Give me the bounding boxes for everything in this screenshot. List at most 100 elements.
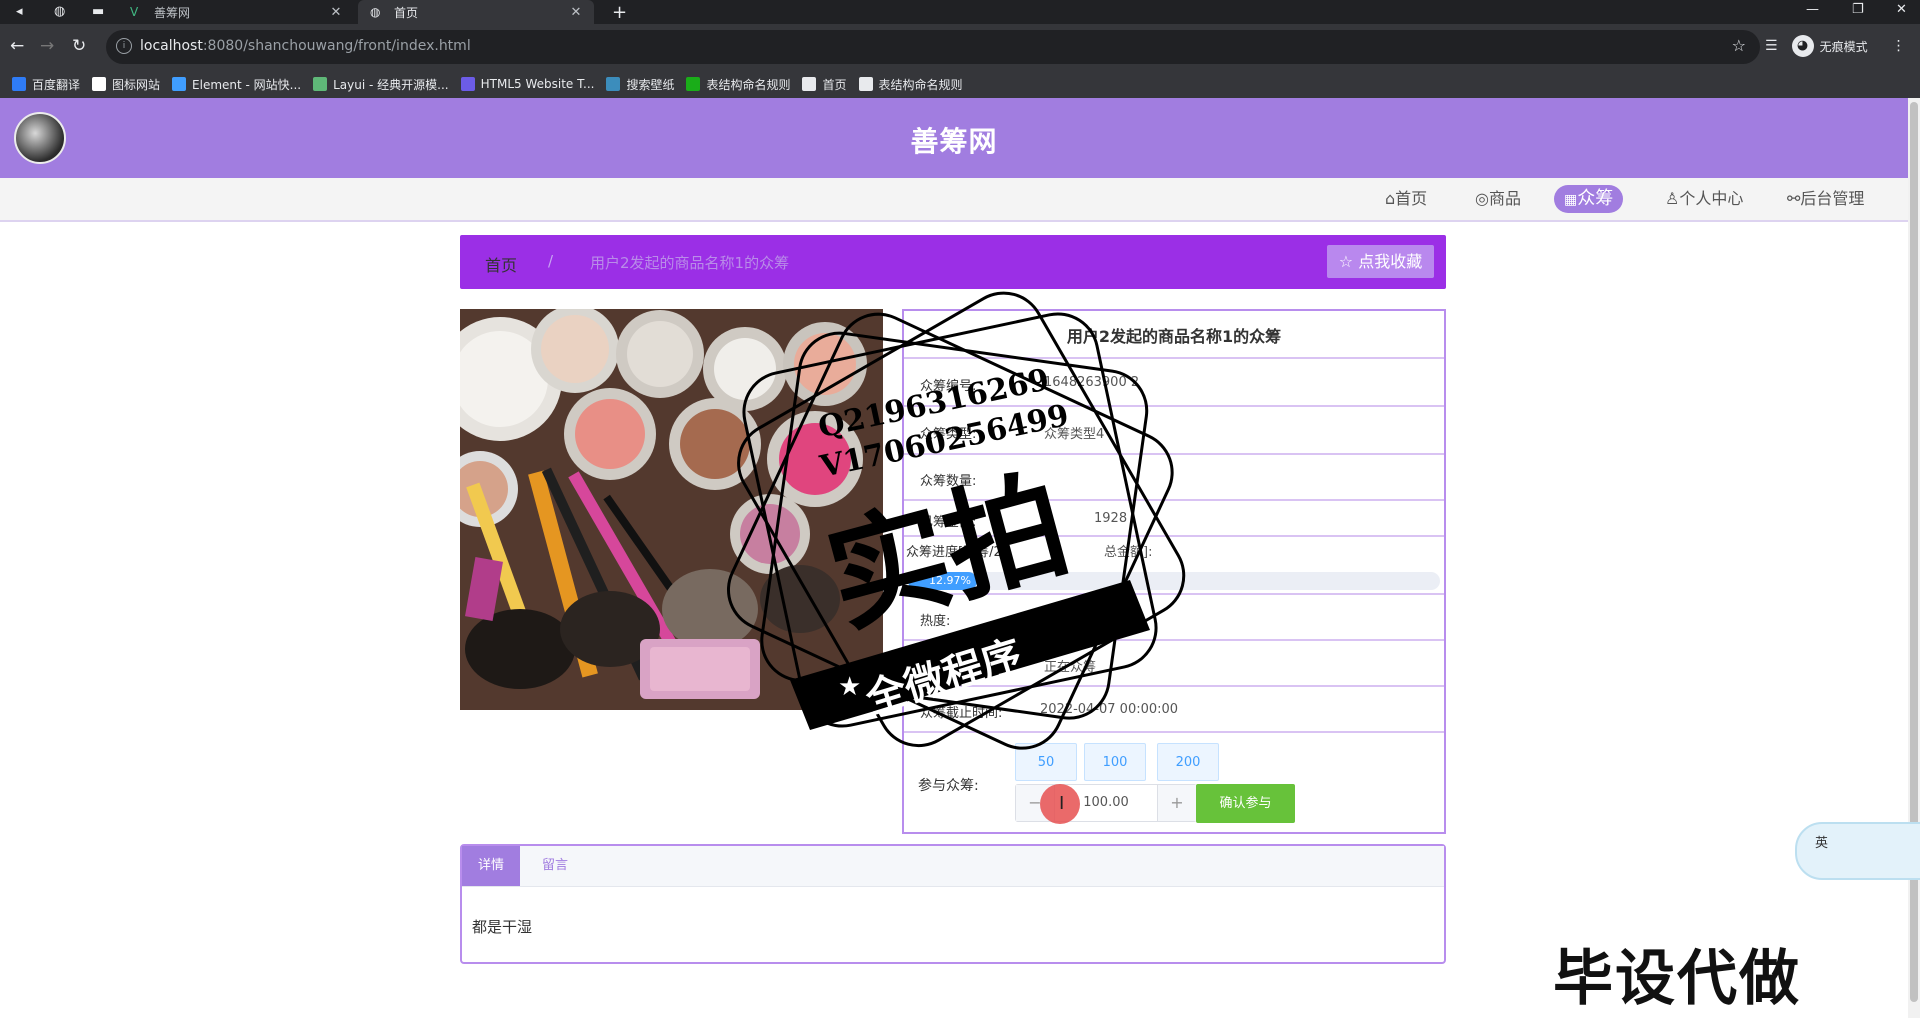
detail-label: 热度: xyxy=(920,614,951,629)
text-cursor-icon: I xyxy=(1059,793,1065,814)
back-button[interactable]: ← xyxy=(10,36,24,56)
bookmark-item[interactable]: 表结构命名规则 xyxy=(858,76,963,93)
bookmark-item[interactable]: 首页 xyxy=(802,76,847,93)
minimize-button[interactable]: — xyxy=(1806,2,1819,17)
detail-row-progress: 众筹进度[已筹/25 总金额]: 12.97% xyxy=(904,537,1444,595)
html5-icon xyxy=(460,77,475,91)
bookmark-label: Element - 网站快... xyxy=(192,77,302,92)
progress-bar: 12.97% xyxy=(908,572,1440,590)
vue-icon: V xyxy=(130,5,139,19)
detail-row-heat: 热度: xyxy=(904,595,1444,641)
tab-details[interactable]: 详情 xyxy=(462,846,521,886)
breadcrumb-current: 用户2发起的商品名称1的众筹 xyxy=(590,254,790,272)
globe-icon xyxy=(858,77,873,91)
increment-button[interactable]: + xyxy=(1157,785,1196,821)
close-tab-icon[interactable]: ✕ xyxy=(568,5,584,20)
user-icon: ♙ xyxy=(1665,189,1680,208)
detail-title: 用户2发起的商品名称1的众筹 xyxy=(1066,327,1282,346)
detail-row-number: 众筹编号: 1648263900 2 xyxy=(904,359,1444,407)
confirm-participate-button[interactable]: 确认参与 xyxy=(1196,784,1295,823)
bookmark-label: HTML5 Website T... xyxy=(480,77,595,91)
bookmark-item[interactable]: 图标网站 xyxy=(92,76,160,93)
url-text: localhost:8080/shanchouwang/front/index.… xyxy=(140,38,471,54)
nav-products[interactable]: ◎商品 xyxy=(1465,185,1531,213)
bookmark-label: 表结构命名规则 xyxy=(706,77,791,92)
profile-label[interactable]: 无痕模式 xyxy=(1820,38,1868,55)
tabs-header: 详情 留言 xyxy=(462,846,1444,887)
amount-option-100[interactable]: 100 xyxy=(1084,743,1146,781)
tab-title: 首页 xyxy=(394,5,419,20)
nav-crowdfunding[interactable]: ▦众筹 xyxy=(1554,185,1624,213)
detail-value: 众筹类型4 xyxy=(1044,427,1105,442)
detail-value: 1928 xyxy=(1094,511,1128,526)
bookmark-label: 百度翻译 xyxy=(32,77,81,92)
detail-row-raised: 已筹金额: 1928 xyxy=(904,501,1444,537)
menu-icon[interactable]: ⋮ xyxy=(1892,38,1906,54)
bookmark-item[interactable]: 搜索壁纸 xyxy=(606,76,674,93)
favorite-button[interactable]: ☆ 点我收藏 xyxy=(1327,245,1434,278)
detail-label: 众筹进度[已筹/25 xyxy=(906,545,1010,560)
layui-icon xyxy=(313,77,328,91)
info-icon[interactable]: i xyxy=(116,38,132,54)
detail-title-row: 用户2发起的商品名称1的众筹 xyxy=(904,311,1444,359)
detail-value: 正在众筹 xyxy=(1044,660,1097,675)
reload-button[interactable]: ↻ xyxy=(72,36,86,56)
bookmark-label: Layui - 经典开源模... xyxy=(333,77,449,92)
reading-list-icon[interactable]: ☰ xyxy=(1765,38,1778,54)
bookmark-item[interactable]: 百度翻译 xyxy=(12,76,80,93)
breadcrumb-separator: / xyxy=(548,252,554,270)
element-icon xyxy=(172,77,187,91)
bookmark-item[interactable]: HTML5 Website T... xyxy=(460,77,595,91)
incognito-icon[interactable]: ◕ xyxy=(1791,35,1814,57)
translate-icon xyxy=(12,77,26,91)
product-image xyxy=(460,309,883,710)
detail-value: 2022-04-07 00:00:00 xyxy=(1040,702,1179,717)
detail-label: 众筹截止时间: xyxy=(920,706,1003,721)
page-scrollbar[interactable] xyxy=(1908,98,1920,1018)
browser-tab-active[interactable]: ◍ 首页 ✕ xyxy=(358,0,594,24)
tab-content: 都是干湿 xyxy=(472,918,533,936)
progress-fill: 12.97% xyxy=(908,572,977,590)
link-icon: ⚯ xyxy=(1787,189,1801,208)
restore-button[interactable]: ❐ xyxy=(1852,2,1864,17)
palette-icon: ◎ xyxy=(1475,189,1489,208)
participate-label: 参与众筹: xyxy=(918,778,979,794)
close-window-button[interactable]: ✕ xyxy=(1896,2,1907,17)
close-tab-icon[interactable]: ✕ xyxy=(328,5,344,20)
flag-icon xyxy=(92,77,107,91)
bookmark-label: 搜索壁纸 xyxy=(626,77,675,92)
detail-row-deadline: 众筹截止时间: 2022-04-07 00:00:00 xyxy=(904,687,1444,733)
breadcrumb: 首页 / 用户2发起的商品名称1的众筹 ☆ 点我收藏 xyxy=(460,235,1446,289)
site-title: 善筹网 xyxy=(910,125,998,158)
forward-button[interactable]: → xyxy=(40,36,54,56)
site-nav: ⌂首页 ◎商品 ▦众筹 ♙个人中心 ⚯后台管理 xyxy=(0,178,1908,222)
globe-icon[interactable]: ◍ xyxy=(54,4,65,20)
mute-icon[interactable]: ◂ xyxy=(16,4,23,20)
breadcrumb-home[interactable]: 首页 xyxy=(485,252,517,276)
translate-widget[interactable]: 英 xyxy=(1795,822,1920,880)
nav-home[interactable]: ⌂首页 xyxy=(1375,185,1437,213)
nav-admin[interactable]: ⚯后台管理 xyxy=(1777,185,1874,213)
browser-tab[interactable]: V 善筹网 ✕ xyxy=(118,0,354,24)
bookmarks-bar: 百度翻译 图标网站 Element - 网站快... Layui - 经典开源模...… xyxy=(0,70,1920,99)
address-bar[interactable]: i localhost:8080/shanchouwang/front/inde… xyxy=(106,30,1760,64)
bookmark-item[interactable]: Element - 网站快... xyxy=(172,76,301,93)
tab-messages[interactable]: 留言 xyxy=(526,846,584,886)
detail-value: 总金额]: xyxy=(1104,545,1153,560)
new-tab-button[interactable]: + xyxy=(612,2,627,23)
detail-row-status: 正在众筹 xyxy=(904,641,1444,687)
amount-option-50[interactable]: 50 xyxy=(1015,743,1077,781)
bookmark-item[interactable]: Layui - 经典开源模... xyxy=(313,76,449,93)
watermark-corner: 毕设代做 xyxy=(1553,944,1801,1014)
tab-title: 善筹网 xyxy=(154,5,191,20)
detail-label: 众筹编号: xyxy=(920,379,977,394)
wallpaper-icon xyxy=(606,77,621,91)
translate-label: 英 xyxy=(1815,836,1829,851)
bookmark-star-icon[interactable]: ☆ xyxy=(1732,36,1746,55)
detail-value: 1648263900 2 xyxy=(1044,375,1140,390)
amount-option-200[interactable]: 200 xyxy=(1157,743,1219,781)
window-icon[interactable]: ▬ xyxy=(92,4,104,20)
nav-user-center[interactable]: ♙个人中心 xyxy=(1655,185,1753,213)
detail-tabs: 详情 留言 都是干湿 xyxy=(460,844,1446,964)
bookmark-item[interactable]: 表结构命名规则 xyxy=(686,76,790,93)
